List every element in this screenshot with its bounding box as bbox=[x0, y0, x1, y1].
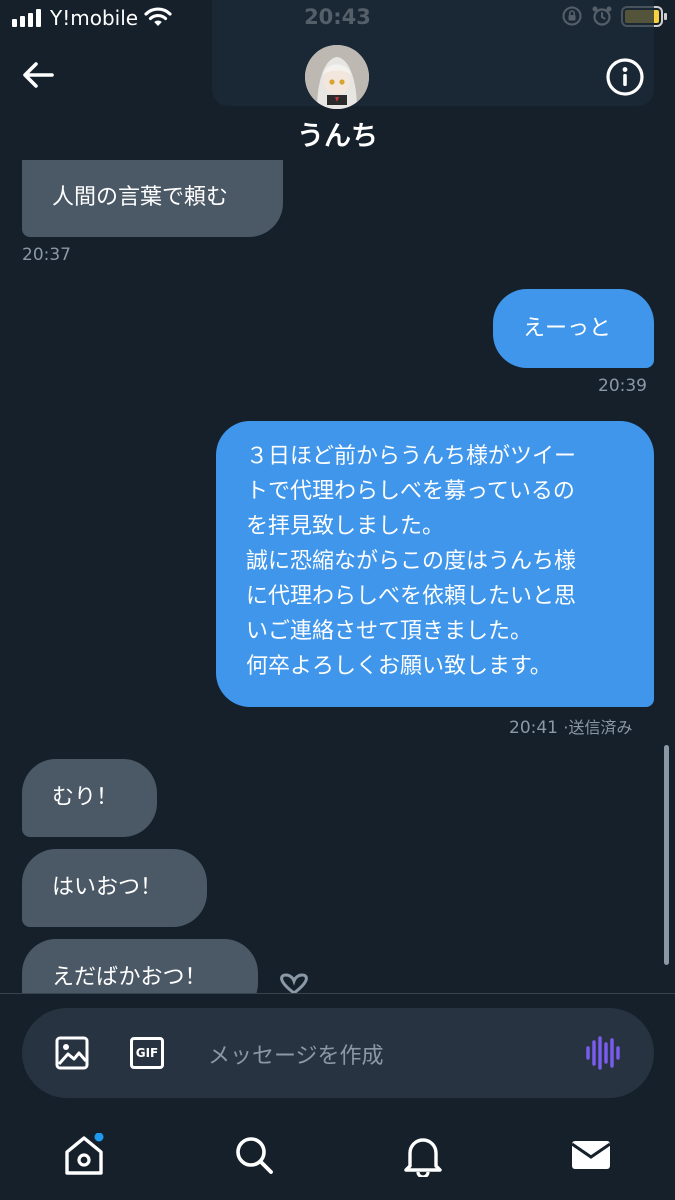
notification-overlay bbox=[212, 0, 654, 106]
voice-wave-icon[interactable] bbox=[585, 1036, 621, 1070]
message-timestamp: 20:39 bbox=[598, 376, 647, 396]
message-text: はいおつ！ bbox=[52, 875, 163, 900]
message-timestamp: 20:41 ·送信済み bbox=[509, 714, 633, 738]
outgoing-message[interactable]: えーっと bbox=[493, 289, 654, 368]
image-icon[interactable] bbox=[55, 1036, 89, 1070]
delivery-status: ·送信済み bbox=[563, 718, 633, 737]
timestamp-time: 20:41 bbox=[509, 718, 558, 738]
search-icon[interactable] bbox=[232, 1133, 276, 1177]
message-text: むり！ bbox=[52, 785, 119, 810]
mail-icon[interactable] bbox=[569, 1133, 613, 1177]
message-text: えだばかおつ！ bbox=[52, 965, 207, 990]
bell-icon[interactable] bbox=[401, 1133, 445, 1177]
incoming-message[interactable]: 人間の言葉で頼む bbox=[22, 160, 283, 237]
message-line: を拝見致しました。 bbox=[246, 514, 445, 539]
message-text: 人間の言葉で頼む bbox=[52, 185, 229, 210]
back-arrow-icon[interactable] bbox=[18, 55, 58, 95]
home-icon[interactable] bbox=[62, 1133, 106, 1177]
incoming-message[interactable]: むり！ bbox=[22, 759, 157, 837]
gif-button[interactable]: GIF bbox=[130, 1037, 164, 1069]
heart-icon[interactable] bbox=[274, 973, 314, 995]
message-composer[interactable]: GIF メッセージを作成 bbox=[22, 1008, 654, 1098]
message-line: に代理わらしべを依頼したいと思 bbox=[246, 584, 577, 609]
avatar[interactable] bbox=[305, 45, 369, 109]
conversation-name: うんち bbox=[297, 121, 378, 152]
notification-badge bbox=[94, 1133, 104, 1142]
gif-label: GIF bbox=[135, 1046, 159, 1060]
incoming-message[interactable]: はいおつ！ bbox=[22, 849, 207, 927]
message-line: 何卒よろしくお願い致します。 bbox=[246, 654, 552, 679]
message-input[interactable]: メッセージを作成 bbox=[208, 1038, 384, 1070]
message-line: トで代理わらしべを募っているの bbox=[246, 479, 575, 504]
scrollbar[interactable] bbox=[664, 745, 669, 965]
info-icon[interactable] bbox=[604, 56, 646, 98]
message-text: えーっと bbox=[523, 316, 612, 341]
message-timestamp: 20:37 bbox=[22, 245, 71, 265]
message-line: 誠に恐縮ながらこの度はうんち様 bbox=[246, 549, 577, 574]
divider bbox=[0, 993, 675, 994]
message-line: ３日ほど前からうんち様がツイー bbox=[246, 444, 577, 469]
message-line: いご連絡させて頂きました。 bbox=[246, 619, 533, 644]
outgoing-message[interactable]: ３日ほど前からうんち様がツイー トで代理わらしべを募っているの を拝見致しました… bbox=[216, 421, 654, 707]
